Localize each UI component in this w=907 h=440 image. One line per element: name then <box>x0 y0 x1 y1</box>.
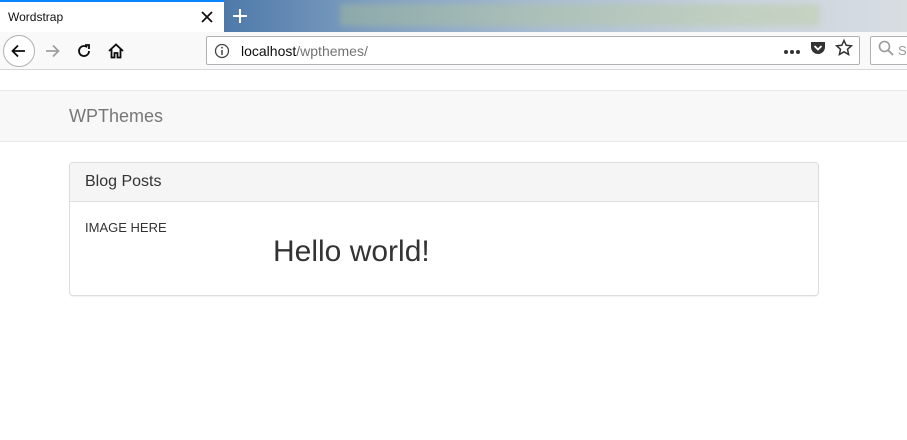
search-placeholder: S <box>898 43 907 58</box>
plus-icon <box>233 9 247 23</box>
forward-arrow-icon <box>46 44 60 58</box>
close-icon[interactable] <box>194 4 220 30</box>
back-button[interactable] <box>3 35 35 67</box>
search-icon <box>878 40 894 61</box>
post-title[interactable]: Hello world! <box>273 235 430 269</box>
url-host: localhost <box>241 42 297 59</box>
url-actions <box>783 38 859 62</box>
ellipsis-icon[interactable] <box>783 42 801 60</box>
pocket-icon[interactable] <box>809 39 827 62</box>
reload-button[interactable] <box>68 35 100 67</box>
home-button[interactable] <box>100 35 132 67</box>
blog-posts-panel: Blog Posts IMAGE HERE Hello world! <box>69 162 819 296</box>
url-bar[interactable]: localhost/wpthemes/ <box>206 36 860 65</box>
back-arrow-icon <box>11 44 25 58</box>
tab-strip: Wordstrap <box>0 0 907 32</box>
search-bar[interactable]: S <box>870 36 907 65</box>
image-placeholder: IMAGE HERE <box>85 220 167 235</box>
browser-toolbar: localhost/wpthemes/ S <box>0 32 907 70</box>
star-icon[interactable] <box>834 38 854 62</box>
site-navbar: WPThemes <box>0 90 907 142</box>
reload-icon <box>78 44 90 57</box>
url-text[interactable]: localhost/wpthemes/ <box>237 43 783 59</box>
browser-tab[interactable]: Wordstrap <box>0 0 224 32</box>
info-icon[interactable] <box>207 43 237 59</box>
url-path: /wpthemes/ <box>296 42 368 59</box>
forward-button[interactable] <box>36 35 68 67</box>
tab-title: Wordstrap <box>8 10 64 24</box>
panel-body: IMAGE HERE Hello world! <box>70 202 818 295</box>
blurred-background <box>340 4 820 26</box>
home-icon <box>108 43 124 59</box>
panel-heading: Blog Posts <box>70 163 818 202</box>
site-brand-link[interactable]: WPThemes <box>69 106 163 127</box>
page-content: WPThemes Blog Posts IMAGE HERE Hello wor… <box>0 71 907 440</box>
new-tab-button[interactable] <box>226 2 254 30</box>
